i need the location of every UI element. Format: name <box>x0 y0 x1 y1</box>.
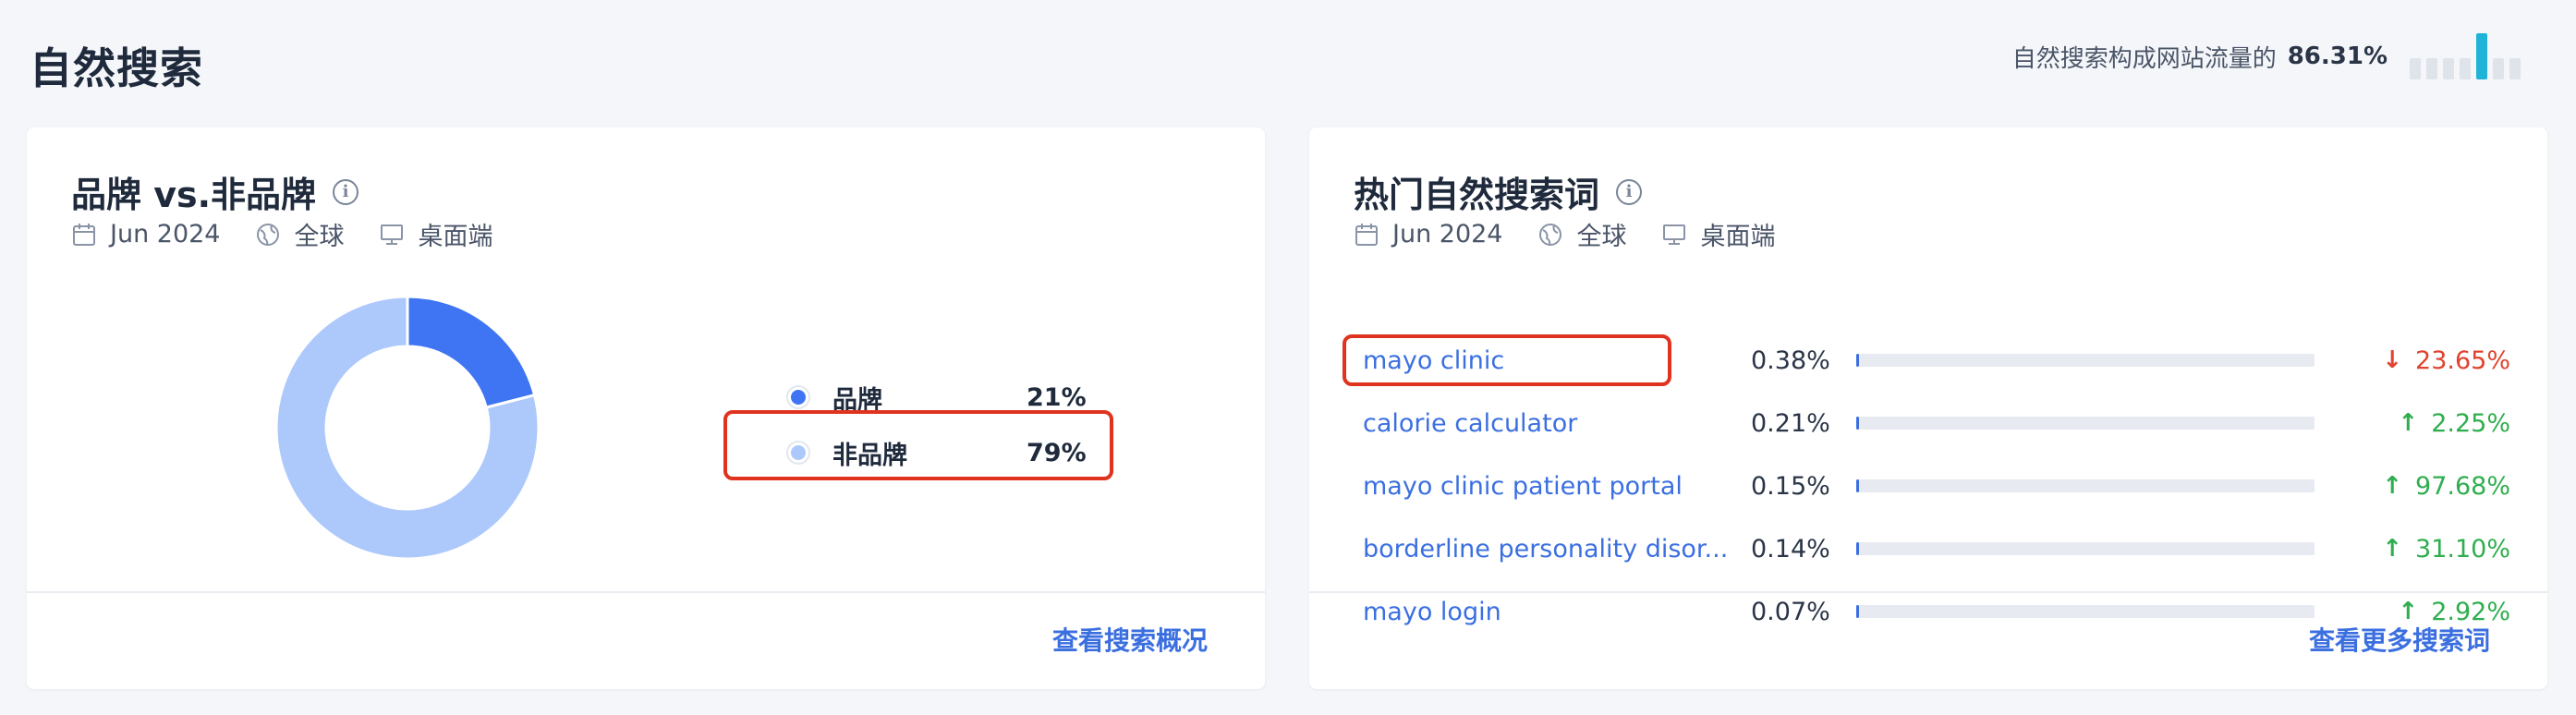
keywords-card-title: 热门自然搜索词 <box>1354 175 1600 215</box>
keyword-change: ↑ 31.10% <box>2315 535 2518 564</box>
highlight-box <box>723 410 1113 480</box>
brand-vs-nonbrand-card: 品牌 vs.非品牌 i Jun 2024 全球 桌面端 品牌 21% 非品牌 79% … <box>27 127 1265 689</box>
mini-bar <box>2410 58 2421 79</box>
desktop-icon <box>381 224 404 245</box>
card-divider <box>27 591 1265 593</box>
card-title: 热门自然搜索词 i <box>1354 166 1643 217</box>
brand-card-title: 品牌 vs.非品牌 <box>71 175 317 215</box>
view-search-overview-link[interactable]: 查看搜索概况 <box>1052 621 1208 658</box>
arrow-up-icon: ↑ <box>2382 472 2403 500</box>
keyword-share-bar <box>1856 479 2315 492</box>
keyword-share-bar-fill <box>1856 417 1859 430</box>
card-meta: Jun 2024 全球 桌面端 <box>71 216 492 252</box>
page-title: 自然搜索 <box>30 43 203 93</box>
keyword-link[interactable]: mayo login <box>1344 598 1732 626</box>
card-divider <box>1309 591 2547 593</box>
keyword-change-value: 23.65% <box>2415 345 2510 375</box>
keyword-link[interactable]: mayo clinic patient portal <box>1344 472 1732 501</box>
card-title: 品牌 vs.非品牌 i <box>71 166 359 217</box>
keyword-share-bar <box>1856 354 2315 367</box>
keyword-change-value: 2.25% <box>2431 408 2510 438</box>
keyword-change-value: 31.10% <box>2415 534 2510 564</box>
organic-share-summary: 自然搜索构成网站流量的 86.31% <box>2012 33 2521 79</box>
keyword-share-bar <box>1856 542 2315 555</box>
keyword-change: ↑ 97.68% <box>2315 472 2518 501</box>
keyword-share: 0.38% <box>1751 345 1830 375</box>
organic-share-label: 自然搜索构成网站流量的 <box>2011 44 2277 73</box>
keyword-share-bar-fill <box>1856 542 1859 555</box>
keyword-change: ↓ 23.65% <box>2315 346 2518 375</box>
card-meta: Jun 2024 全球 桌面端 <box>1354 216 1775 252</box>
arrow-up-icon: ↑ <box>2382 535 2403 563</box>
globe-icon <box>257 223 280 246</box>
globe-icon <box>1539 223 1562 246</box>
keyword-share: 0.15% <box>1751 471 1830 501</box>
meta-device: 桌面端 <box>418 223 493 251</box>
keyword-share-bar-fill <box>1856 479 1859 492</box>
keyword-row: borderline personality disor... 0.14% ↑ 31.… <box>1344 521 2518 576</box>
highlight-box <box>1343 334 1671 386</box>
keyword-share: 0.21% <box>1751 408 1830 438</box>
keyword-share-bar-fill <box>1856 354 1859 367</box>
keyword-row: calorie calculator 0.21% ↑ 2.25% <box>1344 395 2518 451</box>
traffic-mini-bars <box>2410 33 2521 79</box>
keyword-share: 0.14% <box>1751 534 1830 564</box>
meta-date: Jun 2024 <box>110 220 221 248</box>
arrow-down-icon: ↓ <box>2382 346 2403 374</box>
organic-share-value: 86.31% <box>2287 42 2388 70</box>
keyword-change: ↑ 2.25% <box>2315 409 2518 438</box>
keyword-share-bar <box>1856 605 2315 618</box>
info-icon[interactable]: i <box>1616 178 1643 205</box>
mini-bar <box>2493 58 2504 79</box>
calendar-icon <box>1355 223 1378 246</box>
keyword-share: 0.07% <box>1751 597 1830 626</box>
desktop-icon <box>1663 224 1686 245</box>
mini-bar <box>2443 58 2454 79</box>
meta-device: 桌面端 <box>1700 223 1776 251</box>
keyword-row: mayo clinic patient portal 0.15% ↑ 97.68% <box>1344 458 2518 514</box>
legend-dot <box>788 387 808 407</box>
mini-bar <box>2476 33 2487 79</box>
top-organic-keywords-card: 热门自然搜索词 i Jun 2024 全球 桌面端 mayo clinic 0.3… <box>1309 127 2547 689</box>
meta-region: 全球 <box>1576 223 1627 251</box>
keyword-change-value: 97.68% <box>2415 471 2510 501</box>
keyword-link[interactable]: borderline personality disor... <box>1344 535 1732 564</box>
meta-date: Jun 2024 <box>1392 220 1503 248</box>
arrow-up-icon: ↑ <box>2398 409 2419 437</box>
keyword-share-bar <box>1856 417 2315 430</box>
view-more-keywords-link[interactable]: 查看更多搜索词 <box>2309 621 2490 658</box>
info-icon[interactable]: i <box>333 178 359 205</box>
donut-slice-brand[interactable] <box>406 295 537 409</box>
keyword-share-bar-fill <box>1856 605 1859 618</box>
meta-region: 全球 <box>294 223 345 251</box>
keyword-link[interactable]: calorie calculator <box>1344 409 1732 438</box>
legend-value: 21% <box>1027 382 1087 412</box>
mini-bar <box>2460 58 2471 79</box>
mini-bar <box>2426 58 2437 79</box>
mini-bar <box>2509 58 2521 79</box>
brand-donut-chart <box>274 295 541 561</box>
calendar-icon <box>73 223 95 246</box>
